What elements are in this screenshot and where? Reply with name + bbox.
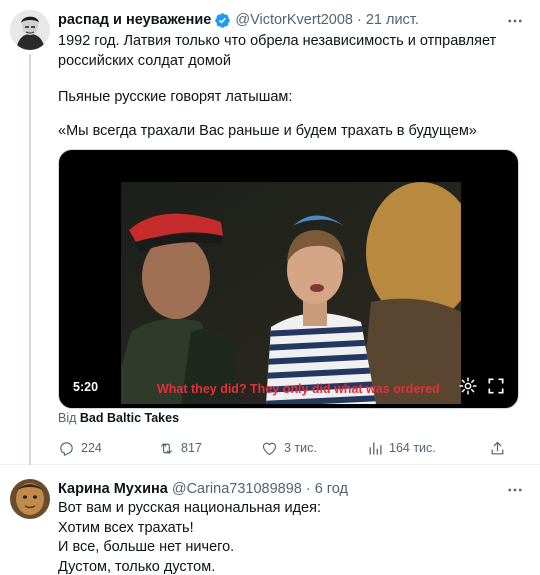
views-icon bbox=[369, 441, 382, 455]
reply-author-handle[interactable]: @Carina731089898 bbox=[172, 481, 302, 497]
tweet-header: распад и неуважение @VictorKvert2008 · 2… bbox=[58, 10, 419, 30]
source-name[interactable]: Bad Baltic Takes bbox=[80, 411, 179, 425]
separator-dot: · bbox=[356, 12, 362, 28]
reply-time[interactable]: 6 год bbox=[315, 481, 348, 497]
avatar-image bbox=[10, 10, 50, 50]
reply-tweet[interactable]: Карина Мухина @Carina731089898 · 6 год В… bbox=[0, 466, 540, 575]
source-prefix: Від bbox=[58, 411, 77, 425]
views-count: 164 тис. bbox=[389, 441, 436, 455]
retweet-button[interactable]: 817 bbox=[158, 438, 202, 458]
retweet-count: 817 bbox=[181, 441, 202, 455]
fullscreen-icon[interactable] bbox=[486, 376, 506, 396]
reply-separator-dot: · bbox=[305, 481, 311, 497]
tweet-text-3: «Мы всегда трахали Вас раньше и будем тр… bbox=[58, 123, 477, 139]
more-icon[interactable] bbox=[506, 12, 524, 30]
reply-line: Дустом, только дустом. bbox=[58, 558, 216, 575]
reply-count: 224 bbox=[81, 441, 102, 455]
share-button[interactable] bbox=[489, 438, 512, 458]
views-button[interactable]: 164 тис. bbox=[366, 438, 436, 458]
settings-icon[interactable] bbox=[458, 376, 478, 396]
reply-button[interactable]: 224 bbox=[58, 438, 102, 458]
reply-avatar-image bbox=[10, 479, 50, 519]
reply-icon bbox=[60, 441, 73, 456]
retweet-icon bbox=[160, 442, 173, 454]
tweet-actions: 224 817 3 тис. 164 тис. bbox=[58, 438, 528, 458]
tweet-text-1: 1992 год. Латвия только что обрела незав… bbox=[58, 33, 497, 69]
like-icon bbox=[262, 442, 277, 455]
tweet[interactable]: распад и неуважение @VictorKvert2008 · 2… bbox=[0, 0, 540, 465]
tweet-time[interactable]: 21 лист. bbox=[366, 12, 419, 28]
reply-line: Хотим всех трахать! bbox=[58, 519, 194, 536]
reply-line: Вот вам и русская национальная идея: bbox=[58, 500, 321, 516]
author-avatar[interactable] bbox=[10, 10, 50, 50]
share-icon bbox=[491, 441, 504, 454]
video-source: Від Bad Baltic Takes bbox=[58, 411, 179, 425]
author-name[interactable]: распад и неуважение bbox=[58, 12, 211, 28]
reply-text: Вот вам и русская национальная идея: Хот… bbox=[58, 499, 518, 575]
like-button[interactable]: 3 тис. bbox=[261, 438, 317, 458]
thread-line bbox=[29, 54, 31, 465]
reply-header: Карина Мухина @Carina731089898 · 6 год bbox=[58, 479, 348, 499]
video-player[interactable]: 5:20 What they did? They only did what w… bbox=[58, 149, 519, 409]
reply-author-avatar[interactable] bbox=[10, 479, 50, 519]
video-timecode: 5:20 bbox=[73, 380, 99, 394]
author-handle[interactable]: @VictorKvert2008 bbox=[235, 12, 353, 28]
reply-more-icon[interactable] bbox=[506, 481, 524, 499]
video-subtitle: What they did? They only did what was or… bbox=[157, 382, 440, 396]
reply-line: И все, больше нет ничего. bbox=[58, 539, 235, 555]
reply-author-name[interactable]: Карина Мухина bbox=[58, 481, 168, 497]
like-count: 3 тис. bbox=[284, 441, 317, 455]
verified-icon bbox=[214, 12, 231, 29]
tweet-text-2: Пьяные русские говорят латышам: bbox=[58, 89, 293, 105]
video-frame bbox=[121, 182, 461, 404]
